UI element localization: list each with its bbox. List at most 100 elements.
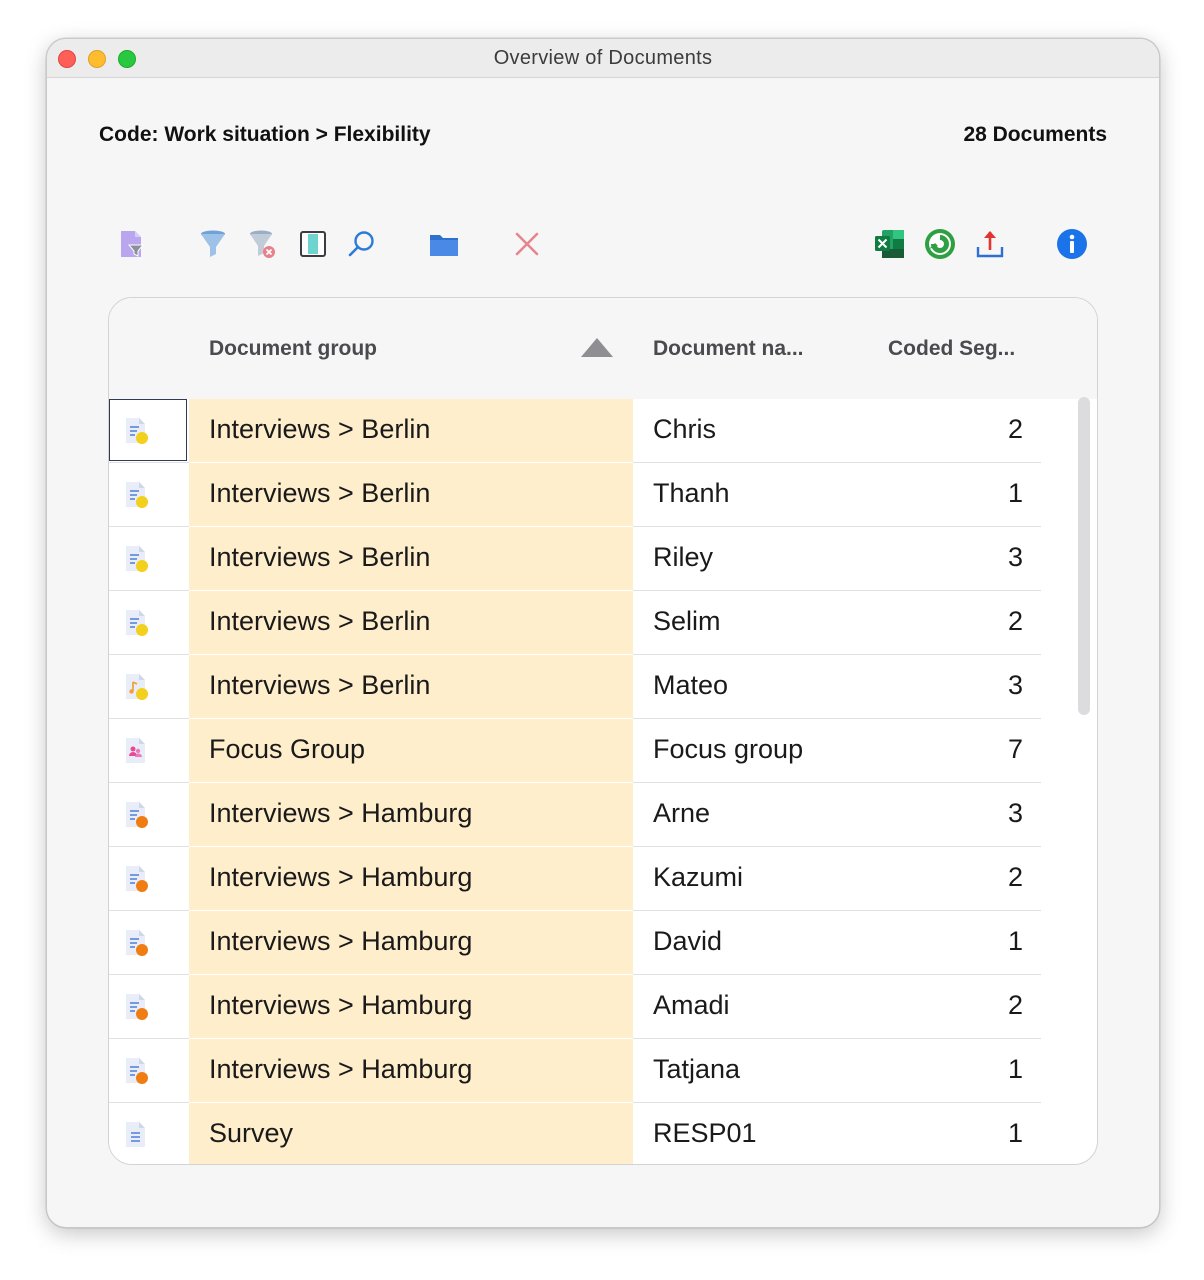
document-name-text: Thanh bbox=[653, 478, 730, 508]
document-name-cell[interactable]: RESP01 1 bbox=[633, 1103, 1041, 1164]
table-row[interactable]: Interviews > Berlin Riley 3 bbox=[109, 527, 1041, 591]
table-row[interactable]: Interviews > Hamburg Amadi 2 bbox=[109, 975, 1041, 1039]
column-header-coded-segments[interactable]: Coded Seg... bbox=[888, 337, 1015, 361]
document-group-text: Interviews > Hamburg bbox=[209, 926, 473, 956]
document-name-text: Mateo bbox=[653, 670, 729, 700]
document-group-cell[interactable]: Interviews > Hamburg bbox=[189, 975, 633, 1038]
document-name-cell[interactable]: Mateo 3 bbox=[633, 655, 1041, 718]
document-type-cell[interactable] bbox=[109, 911, 187, 974]
table-row[interactable]: Interviews > Hamburg Tatjana 1 bbox=[109, 1039, 1041, 1103]
text-document-yellow-icon bbox=[122, 480, 152, 510]
document-group-cell[interactable]: Interviews > Hamburg bbox=[189, 1039, 633, 1102]
document-group-text: Interviews > Berlin bbox=[209, 670, 431, 700]
document-group-text: Interviews > Hamburg bbox=[209, 862, 473, 892]
text-document-yellow-icon bbox=[122, 416, 152, 446]
activate-documents-icon[interactable] bbox=[115, 227, 149, 261]
document-name-cell[interactable]: Thanh 1 bbox=[633, 463, 1041, 526]
document-group-cell[interactable]: Interviews > Berlin bbox=[189, 399, 633, 462]
export-icon[interactable] bbox=[973, 227, 1007, 261]
table-row[interactable]: Interviews > Hamburg Kazumi 2 bbox=[109, 847, 1041, 911]
document-name-text: Focus group bbox=[653, 734, 804, 764]
coded-segments-count: 2 bbox=[1007, 414, 1023, 444]
text-document-orange-icon bbox=[122, 800, 152, 830]
document-name-cell[interactable]: Amadi 2 bbox=[633, 975, 1041, 1038]
coded-segments-count: 3 bbox=[1007, 798, 1023, 828]
document-group-cell[interactable]: Interviews > Berlin bbox=[189, 527, 633, 590]
document-name-cell[interactable]: Kazumi 2 bbox=[633, 847, 1041, 910]
document-group-cell[interactable]: Interviews > Hamburg bbox=[189, 783, 633, 846]
folder-icon[interactable] bbox=[427, 227, 461, 261]
coded-segments-count: 2 bbox=[1007, 990, 1023, 1020]
document-group-text: Interviews > Hamburg bbox=[209, 798, 473, 828]
coded-segments-count: 7 bbox=[1007, 734, 1023, 764]
sort-ascending-icon[interactable] bbox=[581, 338, 613, 357]
table-row[interactable]: Interviews > Berlin Chris 2 bbox=[109, 399, 1041, 463]
document-name-text: Selim bbox=[653, 606, 721, 636]
document-type-cell[interactable] bbox=[109, 463, 187, 526]
document-name-cell[interactable]: Arne 3 bbox=[633, 783, 1041, 846]
document-type-cell[interactable] bbox=[109, 591, 187, 654]
document-type-cell[interactable] bbox=[109, 1039, 187, 1102]
document-name-cell[interactable]: Tatjana 1 bbox=[633, 1039, 1041, 1102]
document-name-text: Tatjana bbox=[653, 1054, 741, 1084]
title-bar: Overview of Documents bbox=[47, 39, 1159, 78]
table-row[interactable]: Interviews > Berlin Thanh 1 bbox=[109, 463, 1041, 527]
document-group-text: Survey bbox=[209, 1118, 294, 1148]
info-icon[interactable] bbox=[1055, 227, 1089, 261]
document-group-cell[interactable]: Interviews > Hamburg bbox=[189, 911, 633, 974]
document-type-cell[interactable] bbox=[109, 1103, 187, 1164]
document-name-text: Chris bbox=[653, 414, 717, 444]
table-row[interactable]: Interviews > Hamburg David 1 bbox=[109, 911, 1041, 975]
document-name-text: Amadi bbox=[653, 990, 730, 1020]
smartpublisher-icon[interactable] bbox=[923, 227, 957, 261]
clear-filter-icon[interactable] bbox=[246, 227, 280, 261]
document-type-cell[interactable] bbox=[109, 527, 187, 590]
column-header-document-group[interactable]: Document group bbox=[209, 337, 377, 361]
document-group-text: Interviews > Berlin bbox=[209, 606, 431, 636]
column-header-document-name[interactable]: Document na... bbox=[653, 337, 804, 361]
coded-segments-count: 3 bbox=[1007, 670, 1023, 700]
table-row[interactable]: Focus Group Focus group 7 bbox=[109, 719, 1041, 783]
delete-icon[interactable] bbox=[510, 227, 544, 261]
text-document-orange-icon bbox=[122, 1056, 152, 1086]
columns-icon[interactable] bbox=[296, 227, 330, 261]
document-group-cell[interactable]: Survey bbox=[189, 1103, 633, 1164]
vertical-scrollbar[interactable] bbox=[1078, 397, 1090, 715]
excel-export-icon[interactable] bbox=[873, 227, 907, 261]
document-type-cell[interactable] bbox=[109, 975, 187, 1038]
document-name-cell[interactable]: Focus group 7 bbox=[633, 719, 1041, 782]
documents-table: Document group Document na... Coded Seg.… bbox=[108, 297, 1098, 1165]
document-group-text: Focus Group bbox=[209, 734, 366, 764]
table-row[interactable]: Interviews > Hamburg Arne 3 bbox=[109, 783, 1041, 847]
coded-segments-count: 1 bbox=[1007, 478, 1023, 508]
document-type-cell[interactable] bbox=[109, 847, 187, 910]
coded-segments-count: 1 bbox=[1007, 1118, 1023, 1148]
document-group-cell[interactable]: Interviews > Berlin bbox=[189, 655, 633, 718]
text-document-orange-icon bbox=[122, 864, 152, 894]
document-name-cell[interactable]: Selim 2 bbox=[633, 591, 1041, 654]
document-group-text: Interviews > Hamburg bbox=[209, 1054, 473, 1084]
table-row[interactable]: Interviews > Berlin Selim 2 bbox=[109, 591, 1041, 655]
filter-icon[interactable] bbox=[196, 227, 230, 261]
text-document-orange-icon bbox=[122, 992, 152, 1022]
document-type-cell[interactable] bbox=[109, 783, 187, 846]
document-group-cell[interactable]: Interviews > Berlin bbox=[189, 591, 633, 654]
table-row[interactable]: Survey RESP01 1 bbox=[109, 1103, 1041, 1164]
document-name-text: Riley bbox=[653, 542, 714, 572]
document-group-cell[interactable]: Interviews > Berlin bbox=[189, 463, 633, 526]
search-icon[interactable] bbox=[345, 227, 379, 261]
document-type-cell[interactable] bbox=[109, 719, 187, 782]
document-group-cell[interactable]: Focus Group bbox=[189, 719, 633, 782]
coded-segments-count: 3 bbox=[1007, 542, 1023, 572]
document-type-cell[interactable] bbox=[109, 655, 187, 718]
document-group-cell[interactable]: Interviews > Hamburg bbox=[189, 847, 633, 910]
document-group-text: Interviews > Berlin bbox=[209, 478, 431, 508]
text-document-yellow-icon bbox=[122, 608, 152, 638]
document-name-cell[interactable]: Chris 2 bbox=[633, 399, 1041, 462]
coded-segments-count: 2 bbox=[1007, 606, 1023, 636]
document-type-cell[interactable] bbox=[109, 399, 187, 461]
document-name-cell[interactable]: Riley 3 bbox=[633, 527, 1041, 590]
table-row[interactable]: Interviews > Berlin Mateo 3 bbox=[109, 655, 1041, 719]
document-name-cell[interactable]: David 1 bbox=[633, 911, 1041, 974]
document-count: 28 Documents bbox=[963, 123, 1107, 146]
